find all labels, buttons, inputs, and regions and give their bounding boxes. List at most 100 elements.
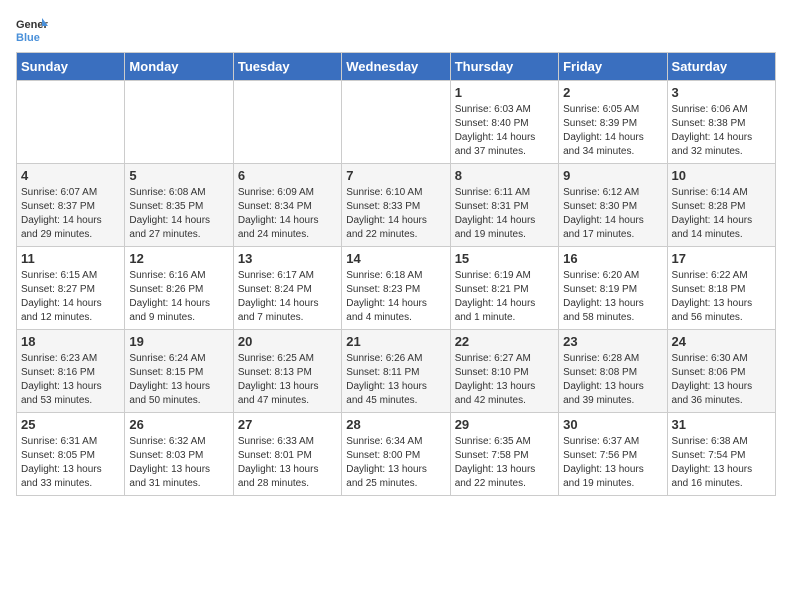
- day-number: 7: [346, 168, 445, 183]
- day-info: Sunrise: 6:25 AM Sunset: 8:13 PM Dayligh…: [238, 352, 337, 408]
- calendar-cell: 16 Sunrise: 6:20 AM Sunset: 8:19 PM Dayli…: [559, 247, 667, 330]
- day-info: Sunrise: 6:19 AM Sunset: 8:21 PM Dayligh…: [455, 269, 554, 325]
- day-number: 30: [563, 417, 662, 432]
- day-info: Sunrise: 6:14 AM Sunset: 8:28 PM Dayligh…: [672, 186, 771, 242]
- calendar-header: SundayMondayTuesdayWednesdayThursdayFrid…: [17, 53, 776, 81]
- day-info: Sunrise: 6:38 AM Sunset: 7:54 PM Dayligh…: [672, 435, 771, 491]
- calendar-cell: 30 Sunrise: 6:37 AM Sunset: 7:56 PM Dayli…: [559, 413, 667, 496]
- day-number: 17: [672, 251, 771, 266]
- day-info: Sunrise: 6:34 AM Sunset: 8:00 PM Dayligh…: [346, 435, 445, 491]
- day-number: 23: [563, 334, 662, 349]
- calendar-cell: 19Sunrise: 6:24 AM Sunset: 8:15 PM Dayli…: [125, 330, 233, 413]
- calendar-cell: 24 Sunrise: 6:30 AM Sunset: 8:06 PM Dayli…: [667, 330, 775, 413]
- calendar-cell: 17 Sunrise: 6:22 AM Sunset: 8:18 PM Dayli…: [667, 247, 775, 330]
- calendar-week-3: 11Sunrise: 6:15 AM Sunset: 8:27 PM Dayli…: [17, 247, 776, 330]
- day-info: Sunrise: 6:16 AM Sunset: 8:26 PM Dayligh…: [129, 269, 228, 325]
- calendar-cell: 3Sunrise: 6:06 AM Sunset: 8:38 PM Daylig…: [667, 81, 775, 164]
- day-number: 20: [238, 334, 337, 349]
- day-info: Sunrise: 6:28 AM Sunset: 8:08 PM Dayligh…: [563, 352, 662, 408]
- day-number: 29: [455, 417, 554, 432]
- calendar-cell: [342, 81, 450, 164]
- logo-svg: General Blue: [16, 16, 48, 44]
- calendar-week-4: 18 Sunrise: 6:23 AM Sunset: 8:16 PM Dayli…: [17, 330, 776, 413]
- calendar-cell: 12 Sunrise: 6:16 AM Sunset: 8:26 PM Dayli…: [125, 247, 233, 330]
- day-info: Sunrise: 6:11 AM Sunset: 8:31 PM Dayligh…: [455, 186, 554, 242]
- calendar-cell: 22 Sunrise: 6:27 AM Sunset: 8:10 PM Dayli…: [450, 330, 558, 413]
- day-number: 5: [129, 168, 228, 183]
- calendar-cell: 14Sunrise: 6:18 AM Sunset: 8:23 PM Dayli…: [342, 247, 450, 330]
- calendar-week-2: 4 Sunrise: 6:07 AM Sunset: 8:37 PM Daylig…: [17, 164, 776, 247]
- header-day-sunday: Sunday: [17, 53, 125, 81]
- day-info: Sunrise: 6:30 AM Sunset: 8:06 PM Dayligh…: [672, 352, 771, 408]
- day-info: Sunrise: 6:07 AM Sunset: 8:37 PM Dayligh…: [21, 186, 120, 242]
- header-day-tuesday: Tuesday: [233, 53, 341, 81]
- day-info: Sunrise: 6:18 AM Sunset: 8:23 PM Dayligh…: [346, 269, 445, 325]
- day-info: Sunrise: 6:33 AM Sunset: 8:01 PM Dayligh…: [238, 435, 337, 491]
- day-number: 24: [672, 334, 771, 349]
- day-info: Sunrise: 6:37 AM Sunset: 7:56 PM Dayligh…: [563, 435, 662, 491]
- calendar-cell: 25 Sunrise: 6:31 AM Sunset: 8:05 PM Dayli…: [17, 413, 125, 496]
- calendar-cell: 2 Sunrise: 6:05 AM Sunset: 8:39 PM Daylig…: [559, 81, 667, 164]
- day-info: Sunrise: 6:35 AM Sunset: 7:58 PM Dayligh…: [455, 435, 554, 491]
- day-info: Sunrise: 6:09 AM Sunset: 8:34 PM Dayligh…: [238, 186, 337, 242]
- day-number: 22: [455, 334, 554, 349]
- day-info: Sunrise: 6:06 AM Sunset: 8:38 PM Dayligh…: [672, 103, 771, 159]
- calendar-cell: 1 Sunrise: 6:03 AM Sunset: 8:40 PM Daylig…: [450, 81, 558, 164]
- header-day-friday: Friday: [559, 53, 667, 81]
- calendar-cell: 8Sunrise: 6:11 AM Sunset: 8:31 PM Daylig…: [450, 164, 558, 247]
- day-number: 4: [21, 168, 120, 183]
- day-info: Sunrise: 6:23 AM Sunset: 8:16 PM Dayligh…: [21, 352, 120, 408]
- day-number: 21: [346, 334, 445, 349]
- header: General Blue: [16, 16, 776, 44]
- day-info: Sunrise: 6:31 AM Sunset: 8:05 PM Dayligh…: [21, 435, 120, 491]
- day-number: 15: [455, 251, 554, 266]
- calendar-cell: 10 Sunrise: 6:14 AM Sunset: 8:28 PM Dayli…: [667, 164, 775, 247]
- day-info: Sunrise: 6:17 AM Sunset: 8:24 PM Dayligh…: [238, 269, 337, 325]
- day-number: 2: [563, 85, 662, 100]
- day-info: Sunrise: 6:26 AM Sunset: 8:11 PM Dayligh…: [346, 352, 445, 408]
- calendar-cell: 21 Sunrise: 6:26 AM Sunset: 8:11 PM Dayli…: [342, 330, 450, 413]
- calendar-cell: 18 Sunrise: 6:23 AM Sunset: 8:16 PM Dayli…: [17, 330, 125, 413]
- day-number: 18: [21, 334, 120, 349]
- svg-text:Blue: Blue: [16, 32, 40, 44]
- calendar-cell: 26Sunrise: 6:32 AM Sunset: 8:03 PM Dayli…: [125, 413, 233, 496]
- day-info: Sunrise: 6:22 AM Sunset: 8:18 PM Dayligh…: [672, 269, 771, 325]
- header-day-thursday: Thursday: [450, 53, 558, 81]
- header-day-monday: Monday: [125, 53, 233, 81]
- day-info: Sunrise: 6:10 AM Sunset: 8:33 PM Dayligh…: [346, 186, 445, 242]
- day-number: 16: [563, 251, 662, 266]
- calendar-cell: 6 Sunrise: 6:09 AM Sunset: 8:34 PM Daylig…: [233, 164, 341, 247]
- day-info: Sunrise: 6:12 AM Sunset: 8:30 PM Dayligh…: [563, 186, 662, 242]
- calendar-cell: 28 Sunrise: 6:34 AM Sunset: 8:00 PM Dayli…: [342, 413, 450, 496]
- calendar-cell: [17, 81, 125, 164]
- day-number: 25: [21, 417, 120, 432]
- calendar-week-5: 25 Sunrise: 6:31 AM Sunset: 8:05 PM Dayli…: [17, 413, 776, 496]
- day-info: Sunrise: 6:05 AM Sunset: 8:39 PM Dayligh…: [563, 103, 662, 159]
- logo: General Blue: [16, 16, 48, 44]
- calendar-cell: [125, 81, 233, 164]
- day-info: Sunrise: 6:03 AM Sunset: 8:40 PM Dayligh…: [455, 103, 554, 159]
- day-number: 31: [672, 417, 771, 432]
- day-number: 27: [238, 417, 337, 432]
- day-number: 9: [563, 168, 662, 183]
- calendar-cell: 23 Sunrise: 6:28 AM Sunset: 8:08 PM Dayli…: [559, 330, 667, 413]
- day-info: Sunrise: 6:27 AM Sunset: 8:10 PM Dayligh…: [455, 352, 554, 408]
- day-info: Sunrise: 6:20 AM Sunset: 8:19 PM Dayligh…: [563, 269, 662, 325]
- calendar-cell: 5 Sunrise: 6:08 AM Sunset: 8:35 PM Daylig…: [125, 164, 233, 247]
- calendar-week-1: 1 Sunrise: 6:03 AM Sunset: 8:40 PM Daylig…: [17, 81, 776, 164]
- day-info: Sunrise: 6:15 AM Sunset: 8:27 PM Dayligh…: [21, 269, 120, 325]
- day-info: Sunrise: 6:32 AM Sunset: 8:03 PM Dayligh…: [129, 435, 228, 491]
- day-number: 13: [238, 251, 337, 266]
- day-number: 6: [238, 168, 337, 183]
- calendar-cell: 9 Sunrise: 6:12 AM Sunset: 8:30 PM Daylig…: [559, 164, 667, 247]
- header-day-wednesday: Wednesday: [342, 53, 450, 81]
- day-info: Sunrise: 6:08 AM Sunset: 8:35 PM Dayligh…: [129, 186, 228, 242]
- calendar-cell: 15 Sunrise: 6:19 AM Sunset: 8:21 PM Dayli…: [450, 247, 558, 330]
- day-number: 1: [455, 85, 554, 100]
- day-number: 10: [672, 168, 771, 183]
- calendar-cell: [233, 81, 341, 164]
- day-number: 12: [129, 251, 228, 266]
- calendar-body: 1 Sunrise: 6:03 AM Sunset: 8:40 PM Daylig…: [17, 81, 776, 496]
- day-number: 28: [346, 417, 445, 432]
- day-info: Sunrise: 6:24 AM Sunset: 8:15 PM Dayligh…: [129, 352, 228, 408]
